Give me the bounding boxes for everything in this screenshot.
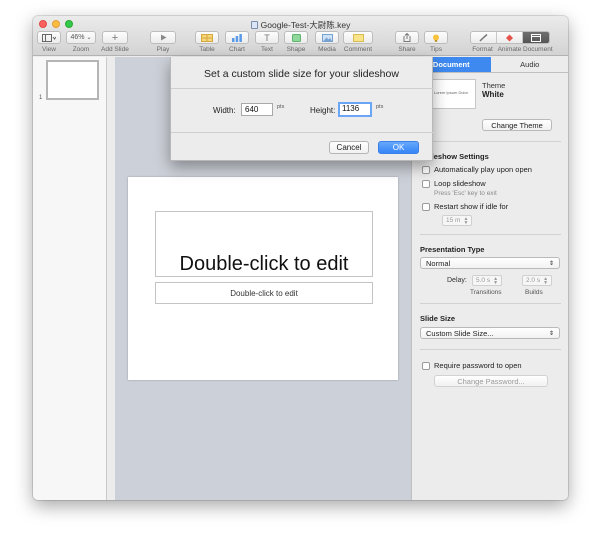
table-button[interactable]: Table xyxy=(195,31,219,53)
share-icon xyxy=(395,31,419,44)
stepper-arrows-icon: ▲ ▼ xyxy=(543,275,549,286)
play-button[interactable]: Play xyxy=(150,31,176,53)
zoom-value: 46% xyxy=(70,34,85,41)
stepper-arrows-icon: ▲ ▼ xyxy=(463,215,469,226)
title-placeholder[interactable]: Double-click to edit xyxy=(155,211,373,277)
autoplay-option[interactable]: Automatically play upon open xyxy=(422,165,532,174)
cancel-button[interactable]: Cancel xyxy=(329,141,369,154)
loop-checkbox[interactable] xyxy=(422,179,430,188)
shape-icon xyxy=(284,31,308,44)
sidebar-icon xyxy=(37,31,61,44)
theme-label: Theme xyxy=(482,81,506,90)
presentation-type-title: Presentation Type xyxy=(420,245,485,254)
idle-stepper[interactable]: 15 m ▲ ▼ xyxy=(442,215,473,226)
password-checkbox[interactable] xyxy=(422,361,430,370)
height-unit: pts xyxy=(376,104,384,110)
inspector-segmented-control: Format Animate Document xyxy=(469,31,553,53)
width-field[interactable]: 640 xyxy=(241,103,273,116)
loop-hint: Press 'Esc' key to exit xyxy=(434,190,497,197)
chart-button[interactable]: Chart xyxy=(225,31,249,53)
divider xyxy=(420,141,561,142)
document-inspector: Document Audio Lorem Ipsum Dolor Theme W… xyxy=(411,57,568,500)
slide-number: 1 xyxy=(39,95,43,101)
presentation-type-select[interactable]: Normal ⇕ xyxy=(420,257,560,269)
updown-chevron-icon: ⇕ xyxy=(548,330,554,337)
shape-button[interactable]: Shape xyxy=(284,31,308,53)
animate-button[interactable] xyxy=(496,32,523,43)
theme-thumbnail: Lorem Ipsum Dolor xyxy=(426,79,476,109)
window-title: Google-Test-大尉陈.key xyxy=(33,19,568,31)
inspector-tabs: Document Audio xyxy=(412,57,568,73)
slide[interactable]: Double-click to edit Double-click to edi… xyxy=(128,177,398,380)
document-button[interactable] xyxy=(522,32,549,43)
updown-chevron-icon: ⇕ xyxy=(548,260,554,267)
transitions-stepper[interactable]: 5.0 s ▲ ▼ xyxy=(472,275,503,286)
lightbulb-icon xyxy=(424,31,448,44)
diamond-icon xyxy=(505,34,513,41)
change-password-button[interactable]: Change Password... xyxy=(434,375,548,387)
custom-slide-size-dialog: Set a custom slide size for your slidesh… xyxy=(170,57,434,161)
dialog-title: Set a custom slide size for your slidesh… xyxy=(204,68,399,80)
height-field[interactable]: 1136 xyxy=(338,102,372,117)
media-icon xyxy=(315,31,339,44)
builds-value: 2.0 s xyxy=(526,277,541,284)
play-icon xyxy=(150,31,176,44)
paintbrush-icon xyxy=(478,33,487,42)
theme-name: White xyxy=(482,90,504,99)
media-button[interactable]: Media xyxy=(315,31,339,53)
idle-value: 15 m xyxy=(446,217,461,224)
autoplay-checkbox[interactable] xyxy=(422,165,430,174)
restart-option[interactable]: Restart show if idle for xyxy=(422,202,508,211)
add-slide-button[interactable]: + Add Slide xyxy=(101,31,129,53)
ok-button[interactable]: OK xyxy=(378,141,419,154)
loop-option[interactable]: Loop slideshow xyxy=(422,179,486,188)
slide-navigator: 1 xyxy=(33,57,107,500)
transitions-value: 5.0 s xyxy=(476,277,491,284)
builds-label: Builds xyxy=(525,289,543,296)
transitions-label: Transitions xyxy=(470,289,502,296)
comment-icon xyxy=(343,31,373,44)
table-icon xyxy=(195,31,219,44)
text-icon: T xyxy=(255,31,279,44)
format-button[interactable] xyxy=(470,32,497,43)
divider xyxy=(420,303,561,304)
change-theme-button[interactable]: Change Theme xyxy=(482,119,552,131)
tips-button[interactable]: Tips xyxy=(424,31,448,53)
width-label: Width: xyxy=(213,106,236,115)
comment-button[interactable]: Comment xyxy=(343,31,373,53)
width-unit: pts xyxy=(277,104,285,110)
height-label: Height: xyxy=(310,106,336,115)
keynote-window: Google-Test-大尉陈.key View 46% ⌄ Zoom + Add… xyxy=(33,16,568,500)
restart-checkbox[interactable] xyxy=(422,202,430,211)
share-button[interactable]: Share xyxy=(395,31,419,53)
divider xyxy=(420,234,561,235)
document-icon xyxy=(530,33,541,42)
body-placeholder[interactable]: Double-click to edit xyxy=(155,282,373,304)
tab-audio[interactable]: Audio xyxy=(491,57,569,72)
chart-icon xyxy=(225,31,249,44)
toolbar: Google-Test-大尉陈.key View 46% ⌄ Zoom + Add… xyxy=(33,16,568,56)
zoom-menu-button[interactable]: 46% ⌄ Zoom xyxy=(66,31,96,53)
text-button[interactable]: T Text xyxy=(255,31,279,53)
keynote-file-icon xyxy=(250,21,258,29)
plus-icon: + xyxy=(101,31,128,44)
slide-thumbnail[interactable] xyxy=(46,60,99,100)
view-menu-button[interactable]: View xyxy=(37,31,61,53)
divider xyxy=(420,349,561,350)
divider xyxy=(171,132,434,133)
chevron-down-icon: ⌄ xyxy=(86,35,92,41)
delay-label: Delay: xyxy=(447,277,467,284)
divider xyxy=(171,88,434,89)
password-option[interactable]: Require password to open xyxy=(422,361,522,370)
stepper-arrows-icon: ▲ ▼ xyxy=(493,275,499,286)
slide-size-select[interactable]: Custom Slide Size... ⇕ xyxy=(420,327,560,339)
builds-stepper[interactable]: 2.0 s ▲ ▼ xyxy=(522,275,553,286)
slide-size-title: Slide Size xyxy=(420,314,456,323)
